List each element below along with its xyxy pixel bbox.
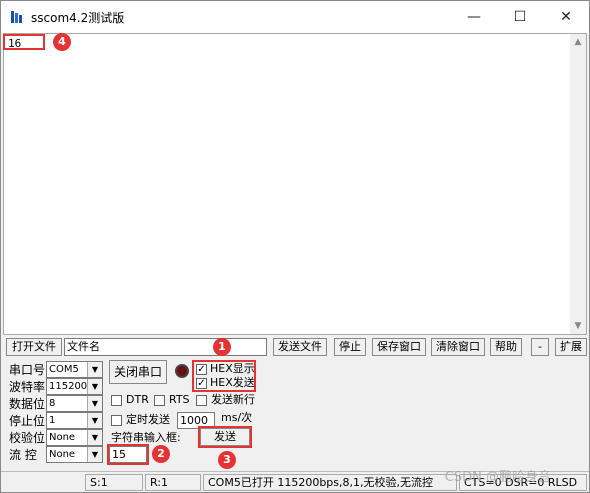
parity-value: None [49,432,76,443]
rts-checkbox[interactable] [154,395,165,406]
clear-window-button[interactable]: 清除窗口 [431,338,485,356]
chevron-down-icon: ▼ [87,413,102,428]
save-window-button[interactable]: 保存窗口 [372,338,426,356]
chevron-down-icon: ▼ [87,362,102,377]
interval-unit-label: ms/次 [221,411,253,424]
hex-send-label: HEX发送 [210,376,255,389]
stop-bits-label: 停止位 [9,414,46,428]
open-file-button[interactable]: 打开文件 [6,338,62,356]
port-label: 串口号 [9,363,46,377]
dtr-checkbox[interactable] [111,395,122,406]
send-file-button[interactable]: 发送文件 [273,338,327,356]
send-newline-label: 发送新行 [211,393,255,406]
hex-display-checkbox[interactable]: ✓ [196,364,207,375]
scroll-up-icon[interactable]: ▲ [570,34,586,50]
badge-3: 3 [218,451,236,469]
flow-label: 流 控 [9,448,37,462]
chevron-down-icon: ▼ [87,430,102,445]
badge-2: 2 [152,445,170,463]
flow-select[interactable]: None ▼ [46,446,103,463]
minimize-icon[interactable]: — [451,1,497,33]
baud-label: 波特率 [9,380,46,394]
file-name-field[interactable]: 文件名 [64,338,267,356]
baud-select[interactable]: 115200 ▼ [46,378,103,395]
port-select[interactable]: COM5 ▼ [46,361,103,378]
stop-button[interactable]: 停止 [334,338,366,356]
parity-label: 校验位 [9,431,46,445]
stop-bits-select[interactable]: 1 ▼ [46,412,103,429]
data-bits-select[interactable]: 8 ▼ [46,395,103,412]
vertical-scrollbar[interactable]: ▲ ▼ [570,34,586,334]
sent-count: S:1 [85,474,143,491]
badge-1: 1 [213,338,231,356]
connection-info: COM5已打开 115200bps,8,1,无校验,无流控 [203,474,457,491]
port-status-led-icon [175,364,189,378]
window-title: sscom4.2测试版 [31,11,125,25]
help-button[interactable]: 帮助 [490,338,522,356]
app-window: sscom4.2测试版 — ☐ ✕ 16 ▲ ▼ 4 打开文件 文件名 发送文件… [0,0,590,493]
app-logo-icon [11,11,22,23]
chevron-down-icon: ▼ [87,396,102,411]
data-bits-value: 8 [49,398,56,409]
title-bar: sscom4.2测试版 — ☐ ✕ [1,1,589,33]
timed-send-label: 定时发送 [126,413,170,426]
badge-4: 4 [53,33,71,51]
data-bits-label: 数据位 [9,397,46,411]
flow-value: None [49,449,76,460]
maximize-icon[interactable]: ☐ [497,1,543,33]
port-value: COM5 [49,364,79,375]
stop-bits-value: 1 [49,415,56,426]
hex-send-checkbox[interactable]: ✓ [196,378,207,389]
chevron-down-icon: ▼ [87,379,102,394]
baud-value: 115200 [49,381,88,392]
send-input-highlight-box [107,444,149,465]
rts-label: RTS [169,393,190,406]
send-button-highlight-box [198,426,252,448]
collapse-button[interactable]: - [531,338,549,356]
scroll-down-icon[interactable]: ▼ [570,318,586,334]
timed-send-checkbox[interactable] [111,415,122,426]
chevron-down-icon: ▼ [87,447,102,462]
received-count: R:1 [145,474,201,491]
parity-select[interactable]: None ▼ [46,429,103,446]
send-newline-checkbox[interactable] [196,395,207,406]
watermark-text: CSDN @鹏哈身音 [444,470,551,485]
receive-area[interactable]: 16 ▲ ▼ [3,33,587,335]
expand-button[interactable]: 扩展 [555,338,587,356]
close-port-button[interactable]: 关闭串口 [109,360,167,384]
close-icon[interactable]: ✕ [543,1,589,33]
dtr-label: DTR [126,393,149,406]
receive-highlight-box [3,34,45,50]
